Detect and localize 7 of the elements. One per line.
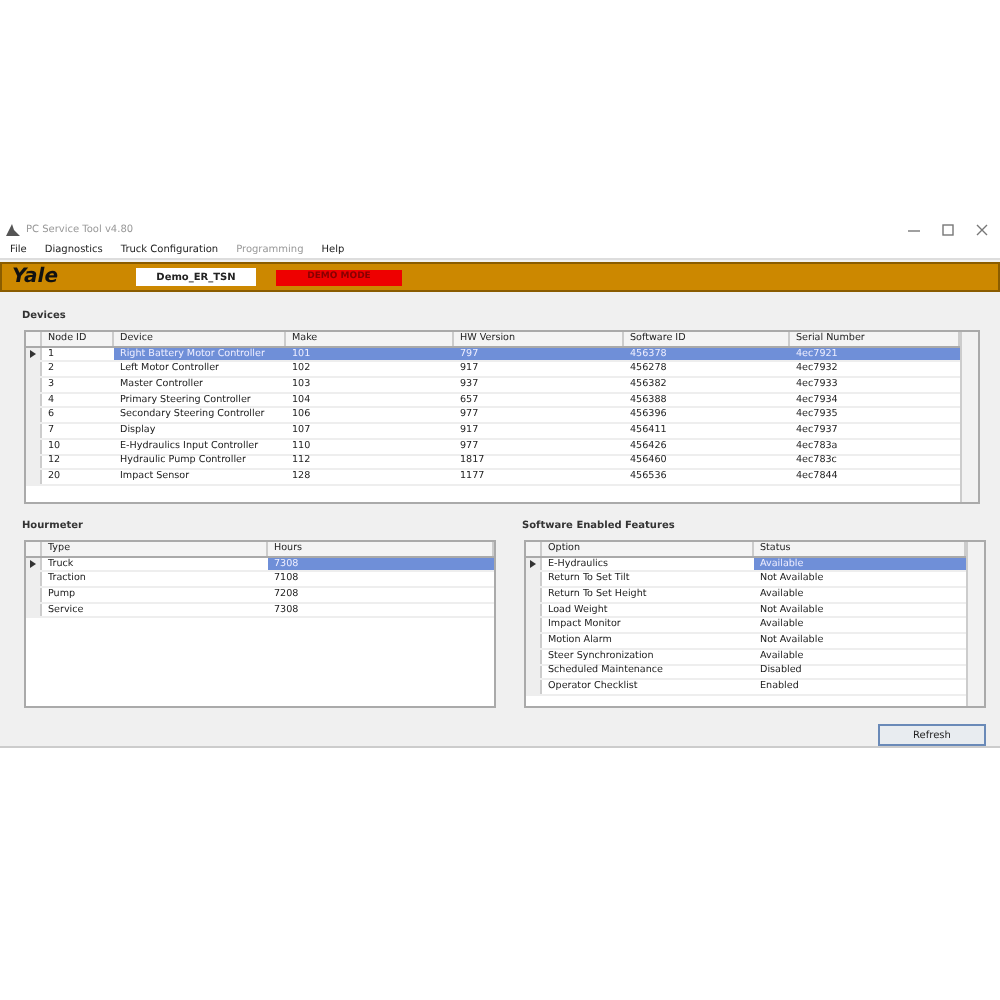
logo: Yale (12, 266, 61, 288)
close-icon[interactable] (976, 224, 988, 236)
scrollbar[interactable] (960, 332, 978, 502)
maximize-icon[interactable] (942, 224, 954, 236)
minimize-icon[interactable] (908, 224, 920, 236)
app-icon (6, 224, 20, 236)
scrollbar[interactable] (966, 542, 984, 706)
